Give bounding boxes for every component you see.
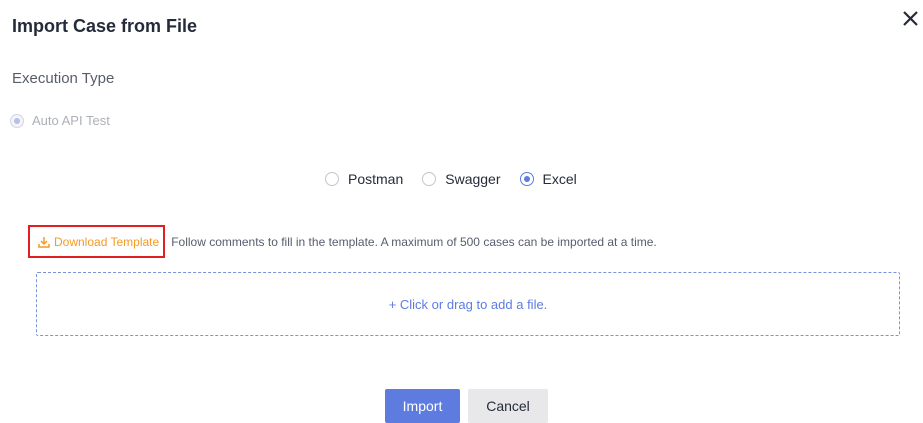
close-button[interactable] <box>900 8 922 30</box>
template-hint-text: Follow comments to fill in the template.… <box>171 234 657 249</box>
source-option-label: Postman <box>348 171 404 187</box>
execution-option-auto-api-test: Auto API Test <box>10 113 110 128</box>
source-option-swagger[interactable]: Swagger <box>422 171 501 187</box>
radio-excel[interactable] <box>519 172 534 186</box>
source-option-excel[interactable]: Excel <box>519 171 577 187</box>
execution-type-label: Execution Type <box>12 70 115 87</box>
source-option-label: Excel <box>542 171 577 187</box>
upload-prompt: + Click or drag to add a file. <box>388 296 548 312</box>
download-icon <box>38 236 50 248</box>
cancel-button[interactable]: Cancel <box>468 389 548 423</box>
template-hint-row: Download Template Follow comments to fil… <box>28 225 657 258</box>
radio-swagger[interactable] <box>422 172 437 186</box>
radio-postman[interactable] <box>325 172 339 186</box>
import-button[interactable]: Import <box>385 389 460 423</box>
download-template-link[interactable]: Download Template <box>28 225 166 258</box>
import-source-radio-group: Postman Swagger Excel <box>325 171 596 187</box>
file-upload-dropzone[interactable]: + Click or drag to add a file. <box>36 272 900 336</box>
execution-option-label: Auto API Test <box>32 113 110 128</box>
radio-auto-api-test <box>10 113 24 128</box>
source-option-label: Swagger <box>445 171 501 187</box>
dialog-title: Import Case from File <box>12 16 198 36</box>
download-template-label: Download Template <box>54 234 160 249</box>
close-icon <box>903 11 918 26</box>
source-option-postman[interactable]: Postman <box>325 171 403 187</box>
